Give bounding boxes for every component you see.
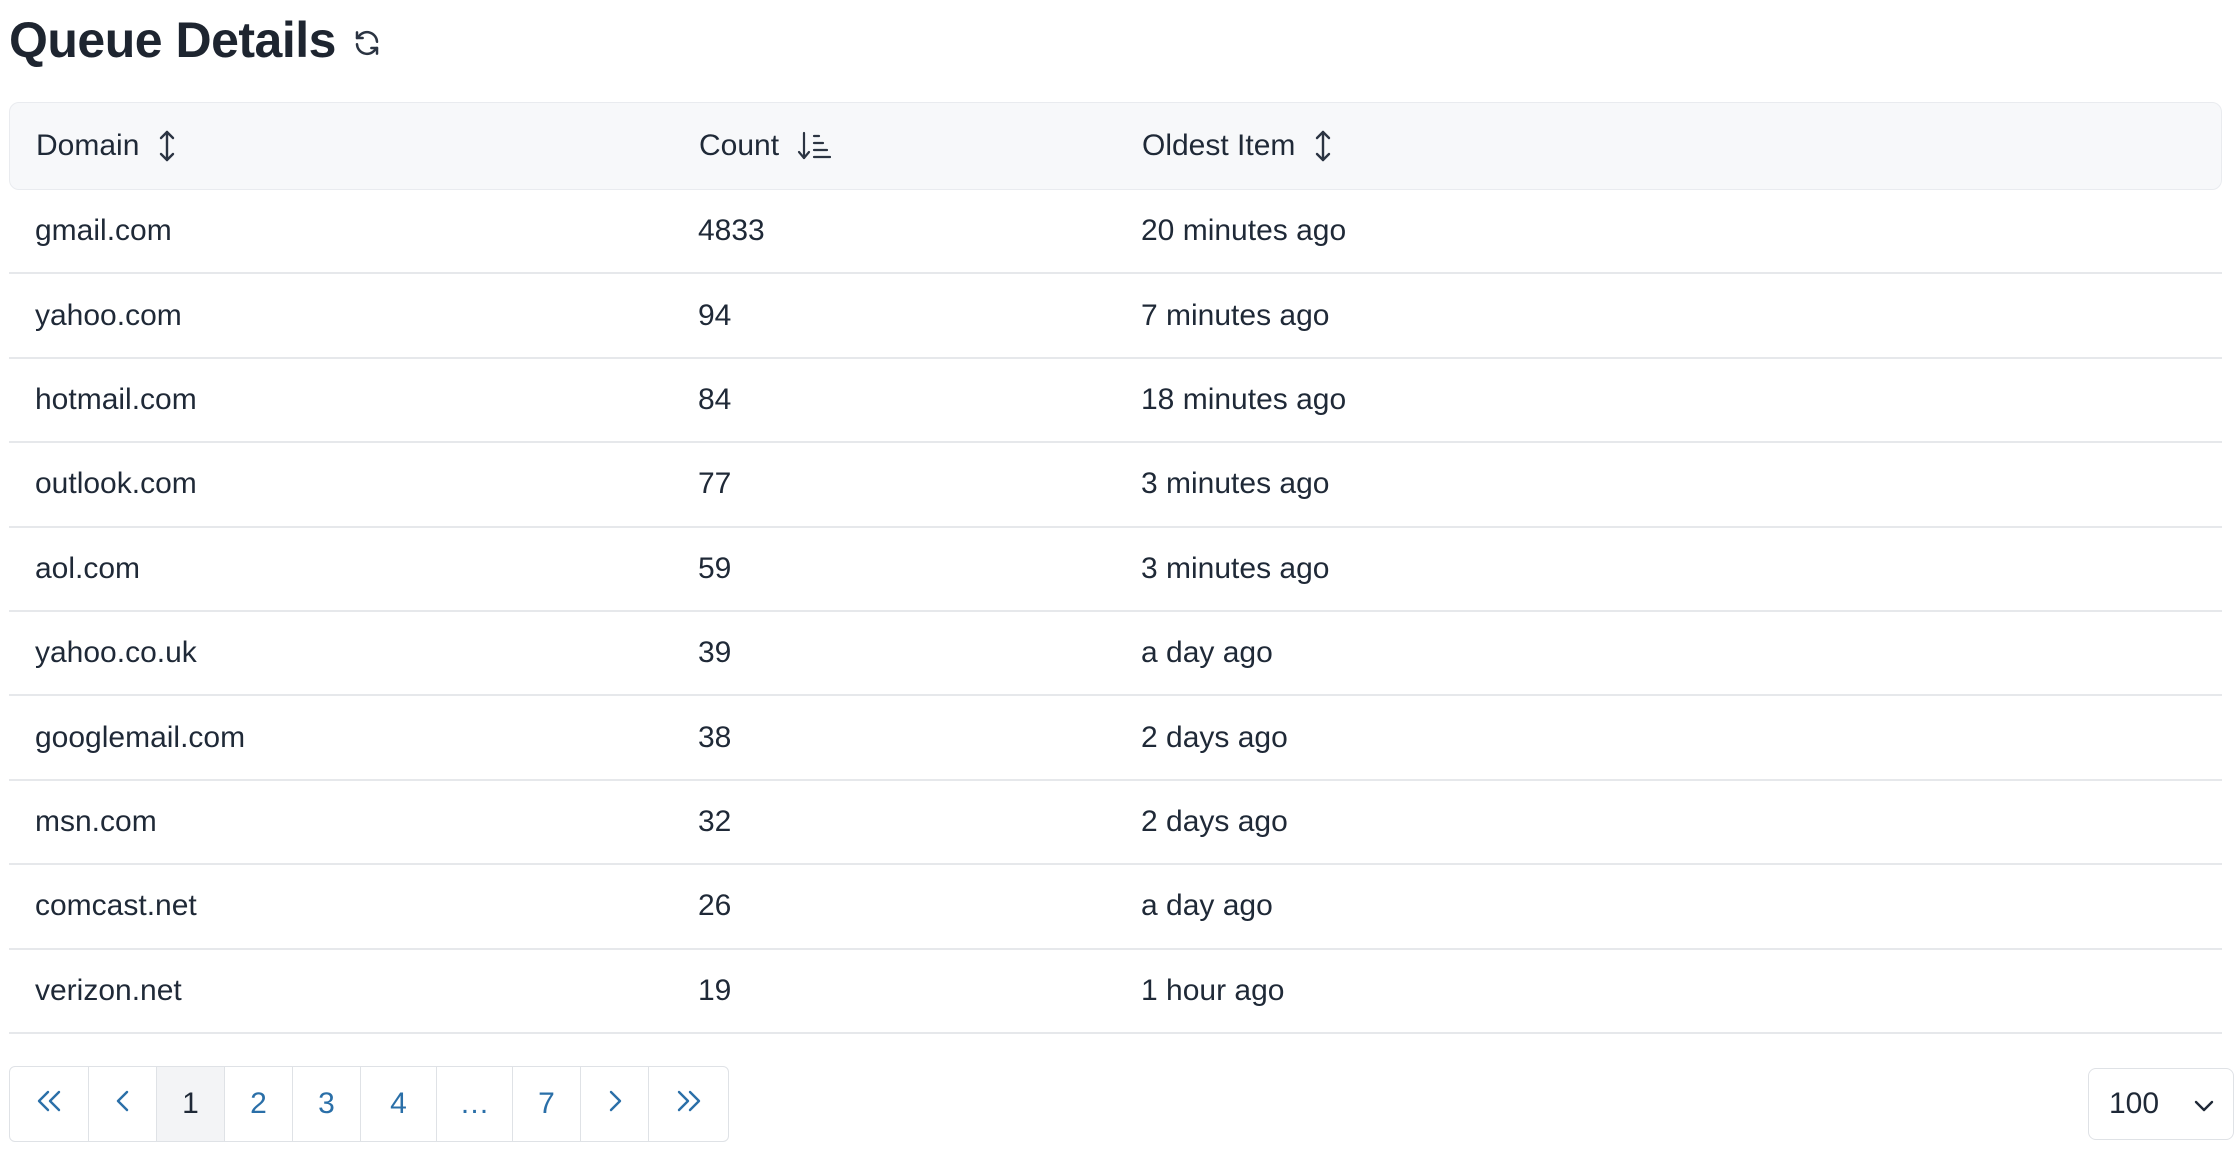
cell-domain: outlook.com [35,467,197,501]
cell-domain: msn.com [35,804,157,838]
table-row: comcast.net 26 a day ago [9,865,2222,950]
page-button-2[interactable]: 2 [225,1067,293,1141]
column-label: Oldest Item [1142,129,1296,162]
title-row: Queue Details [9,0,2234,78]
next-page-button[interactable] [581,1067,649,1141]
cell-count: 39 [698,636,732,670]
refresh-icon[interactable] [352,28,382,58]
table-row: gmail.com 4833 20 minutes ago [9,190,2222,275]
table-row: aol.com 59 3 minutes ago [9,528,2222,612]
queue-table: Domain Count Oldest Item gmail.com 4833 … [9,102,2222,1034]
cell-oldest-item: 2 days ago [1141,720,1288,754]
last-page-button[interactable] [649,1067,728,1141]
chevron-down-icon [2193,1087,2215,1121]
cell-count: 59 [698,551,732,585]
cell-count: 32 [698,804,732,838]
cell-count: 77 [698,467,732,501]
sort-both-icon [157,129,177,163]
first-page-button[interactable] [10,1067,89,1141]
cell-count: 4833 [698,214,765,248]
cell-domain: yahoo.com [35,298,182,332]
cell-domain: comcast.net [35,889,197,923]
cell-oldest-item: a day ago [1141,636,1273,670]
sort-both-icon [1313,129,1333,163]
cell-domain: hotmail.com [35,382,197,416]
column-header-domain[interactable]: Domain [10,103,673,189]
cell-oldest-item: 20 minutes ago [1141,214,1347,248]
cell-count: 26 [698,889,732,923]
cell-oldest-item: 1 hour ago [1141,973,1285,1007]
column-header-count[interactable]: Count [673,103,1116,189]
cell-oldest-item: 7 minutes ago [1141,298,1330,332]
queue-details-page: Queue Details Domain Count Oldest Item g… [0,0,2234,1162]
cell-domain: verizon.net [35,973,182,1007]
page-button-4[interactable]: 4 [361,1067,437,1141]
cell-oldest-item: 3 minutes ago [1141,551,1330,585]
table-row: msn.com 32 2 days ago [9,781,2222,866]
table-header: Domain Count Oldest Item [9,102,2222,190]
cell-domain: googlemail.com [35,720,246,754]
page-button-3[interactable]: 3 [293,1067,361,1141]
cell-count: 94 [698,298,732,332]
chevron-right-icon [607,1087,623,1121]
page-button-7[interactable]: 7 [513,1067,581,1141]
table-row: googlemail.com 38 2 days ago [9,696,2222,781]
cell-count: 19 [698,973,732,1007]
double-chevron-left-icon [35,1087,63,1121]
page-size-value: 100 [2109,1087,2160,1120]
previous-page-button[interactable] [89,1067,157,1141]
double-chevron-right-icon [675,1087,703,1121]
column-label: Domain [36,129,140,162]
cell-oldest-item: 2 days ago [1141,804,1288,838]
table-row: yahoo.co.uk 39 a day ago [9,612,2222,697]
column-header-oldest-item[interactable]: Oldest Item [1116,103,2221,189]
cell-count: 38 [698,720,732,754]
column-label: Count [699,129,780,162]
table-row: hotmail.com 84 18 minutes ago [9,359,2222,444]
chevron-left-icon [115,1087,131,1121]
sort-descending-icon [797,131,832,161]
pager-row: 1 2 3 4 … 7 100 [9,1066,2234,1142]
table-row: yahoo.com 94 7 minutes ago [9,274,2222,359]
page-button-1[interactable]: 1 [157,1067,225,1141]
cell-domain: yahoo.co.uk [35,636,197,670]
table-body: gmail.com 4833 20 minutes ago yahoo.com … [9,190,2222,1034]
cell-domain: aol.com [35,551,141,585]
pagination: 1 2 3 4 … 7 [9,1066,729,1142]
table-row: verizon.net 19 1 hour ago [9,950,2222,1034]
cell-oldest-item: a day ago [1141,889,1273,923]
cell-domain: gmail.com [35,214,172,248]
table-row: outlook.com 77 3 minutes ago [9,443,2222,528]
page-ellipsis[interactable]: … [437,1067,513,1141]
page-title: Queue Details [9,12,336,68]
cell-count: 84 [698,382,732,416]
cell-oldest-item: 3 minutes ago [1141,467,1330,501]
page-size-select[interactable]: 100 [2088,1068,2234,1140]
cell-oldest-item: 18 minutes ago [1141,382,1347,416]
